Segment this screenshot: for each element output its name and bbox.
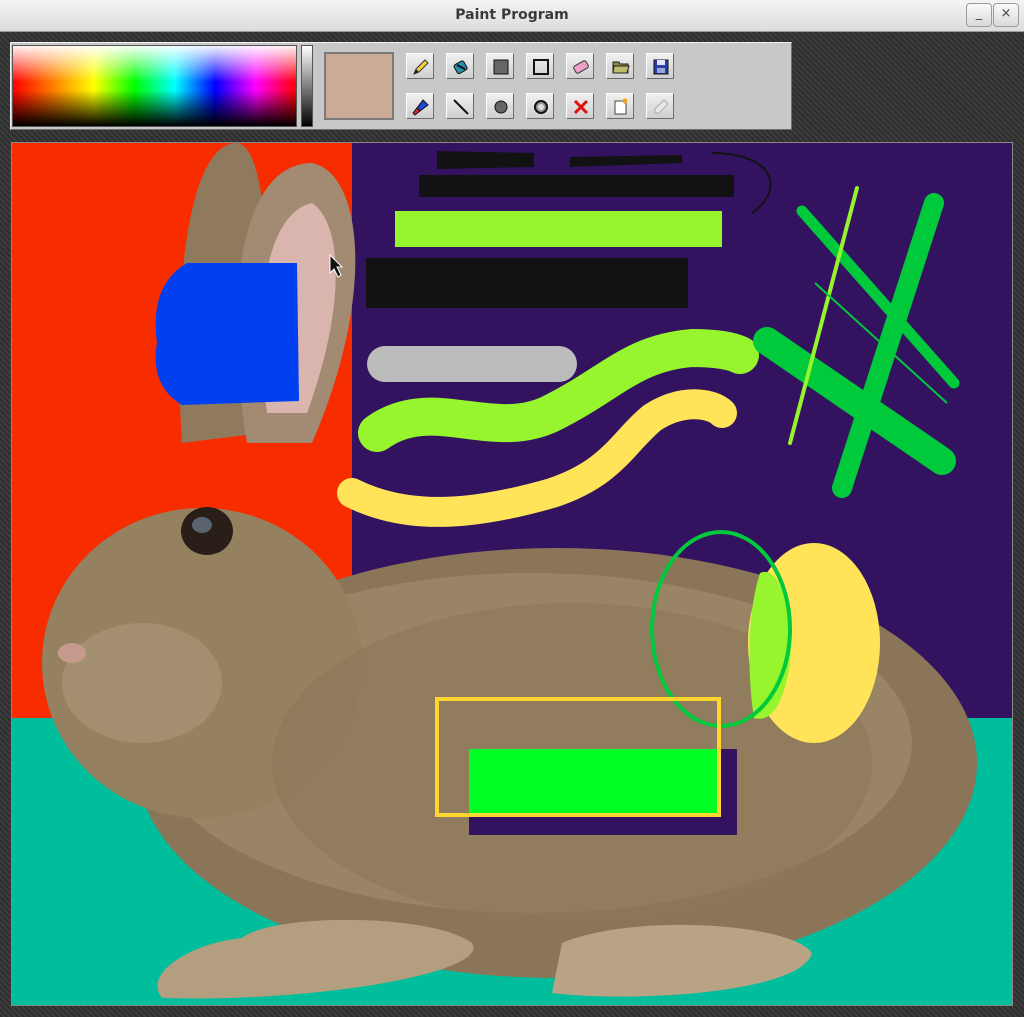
bright-green-rectangle <box>469 749 719 813</box>
color-picker-tool-button[interactable] <box>646 93 674 119</box>
eraser-icon <box>573 60 589 74</box>
clear-tool-button[interactable] <box>566 93 594 119</box>
filled-rectangle-tool-button[interactable] <box>486 53 514 79</box>
window-titlebar: Paint Program _ × <box>0 0 1024 32</box>
new-tool-button[interactable] <box>606 93 634 119</box>
paint-bucket-icon <box>453 60 468 75</box>
line-icon <box>453 99 469 115</box>
open-tool-button[interactable] <box>606 53 634 79</box>
filled-ellipse-tool-button[interactable] <box>486 93 514 119</box>
black-stroke-3 <box>419 175 734 197</box>
filled-circle-icon <box>494 100 508 114</box>
brush-tool-button[interactable] <box>406 93 434 119</box>
pencil-icon <box>413 59 429 75</box>
color-palette[interactable] <box>12 45 297 127</box>
black-stroke-1 <box>437 151 534 169</box>
ellipse-tool-button[interactable] <box>526 93 554 119</box>
floppy-disk-icon <box>653 59 669 75</box>
filled-square-icon <box>493 59 509 75</box>
drawing-canvas[interactable] <box>11 142 1013 1006</box>
window-title: Paint Program <box>455 7 569 23</box>
eyedropper-icon <box>654 99 669 114</box>
save-tool-button[interactable] <box>646 53 674 79</box>
red-x-icon <box>573 99 589 115</box>
new-document-icon <box>614 98 628 115</box>
fill-tool-button[interactable] <box>446 53 474 79</box>
circle-outline-icon <box>534 100 548 114</box>
close-button[interactable]: × <box>993 3 1019 27</box>
rectangle-tool-button[interactable] <box>526 53 554 79</box>
square-outline-icon <box>533 59 549 75</box>
current-color-swatch <box>324 52 394 120</box>
line-tool-button[interactable] <box>446 93 474 119</box>
black-bar <box>366 258 688 308</box>
pencil-tool-button[interactable] <box>406 53 434 79</box>
gray-rounded-bar <box>367 346 577 382</box>
brush-icon <box>412 99 429 116</box>
blue-blob <box>155 263 299 405</box>
minimize-button[interactable]: _ <box>966 3 992 27</box>
folder-icon <box>612 61 630 74</box>
lime-bar <box>395 211 722 247</box>
grayscale-slider[interactable] <box>301 45 313 127</box>
eraser-tool-button[interactable] <box>566 53 594 79</box>
